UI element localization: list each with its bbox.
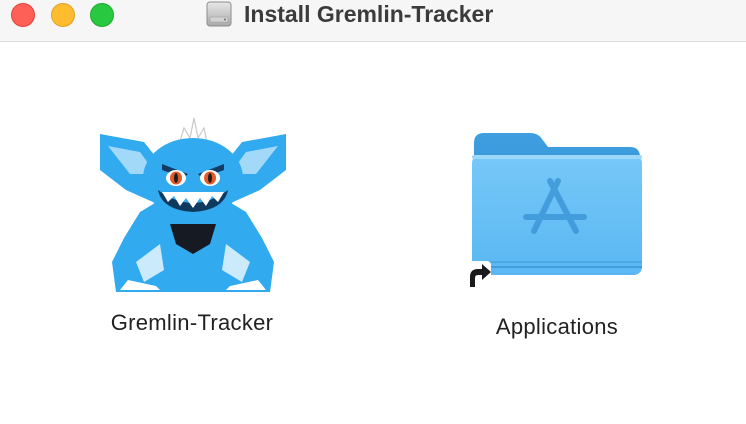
- applications-label[interactable]: Applications: [450, 314, 664, 340]
- window-title-text: Install Gremlin-Tracker: [244, 0, 494, 27]
- window-title: Install Gremlin-Tracker: [204, 0, 493, 28]
- applications-folder[interactable]: Applications: [450, 125, 664, 355]
- disk-image-icon: [206, 1, 232, 27]
- gremlin-tracker-app[interactable]: Gremlin-Tracker: [82, 112, 302, 352]
- zoom-button[interactable]: [90, 3, 114, 27]
- gremlin-tracker-label[interactable]: Gremlin-Tracker: [82, 310, 302, 336]
- installer-window: Install Gremlin-Tracker Gremlin-Tracker …: [0, 0, 746, 424]
- alias-arrow-icon: [465, 261, 491, 289]
- close-button[interactable]: [11, 3, 35, 27]
- title-bar[interactable]: Install Gremlin-Tracker: [0, 0, 746, 42]
- minimize-button[interactable]: [51, 3, 75, 27]
- gremlin-app-icon[interactable]: [100, 112, 286, 294]
